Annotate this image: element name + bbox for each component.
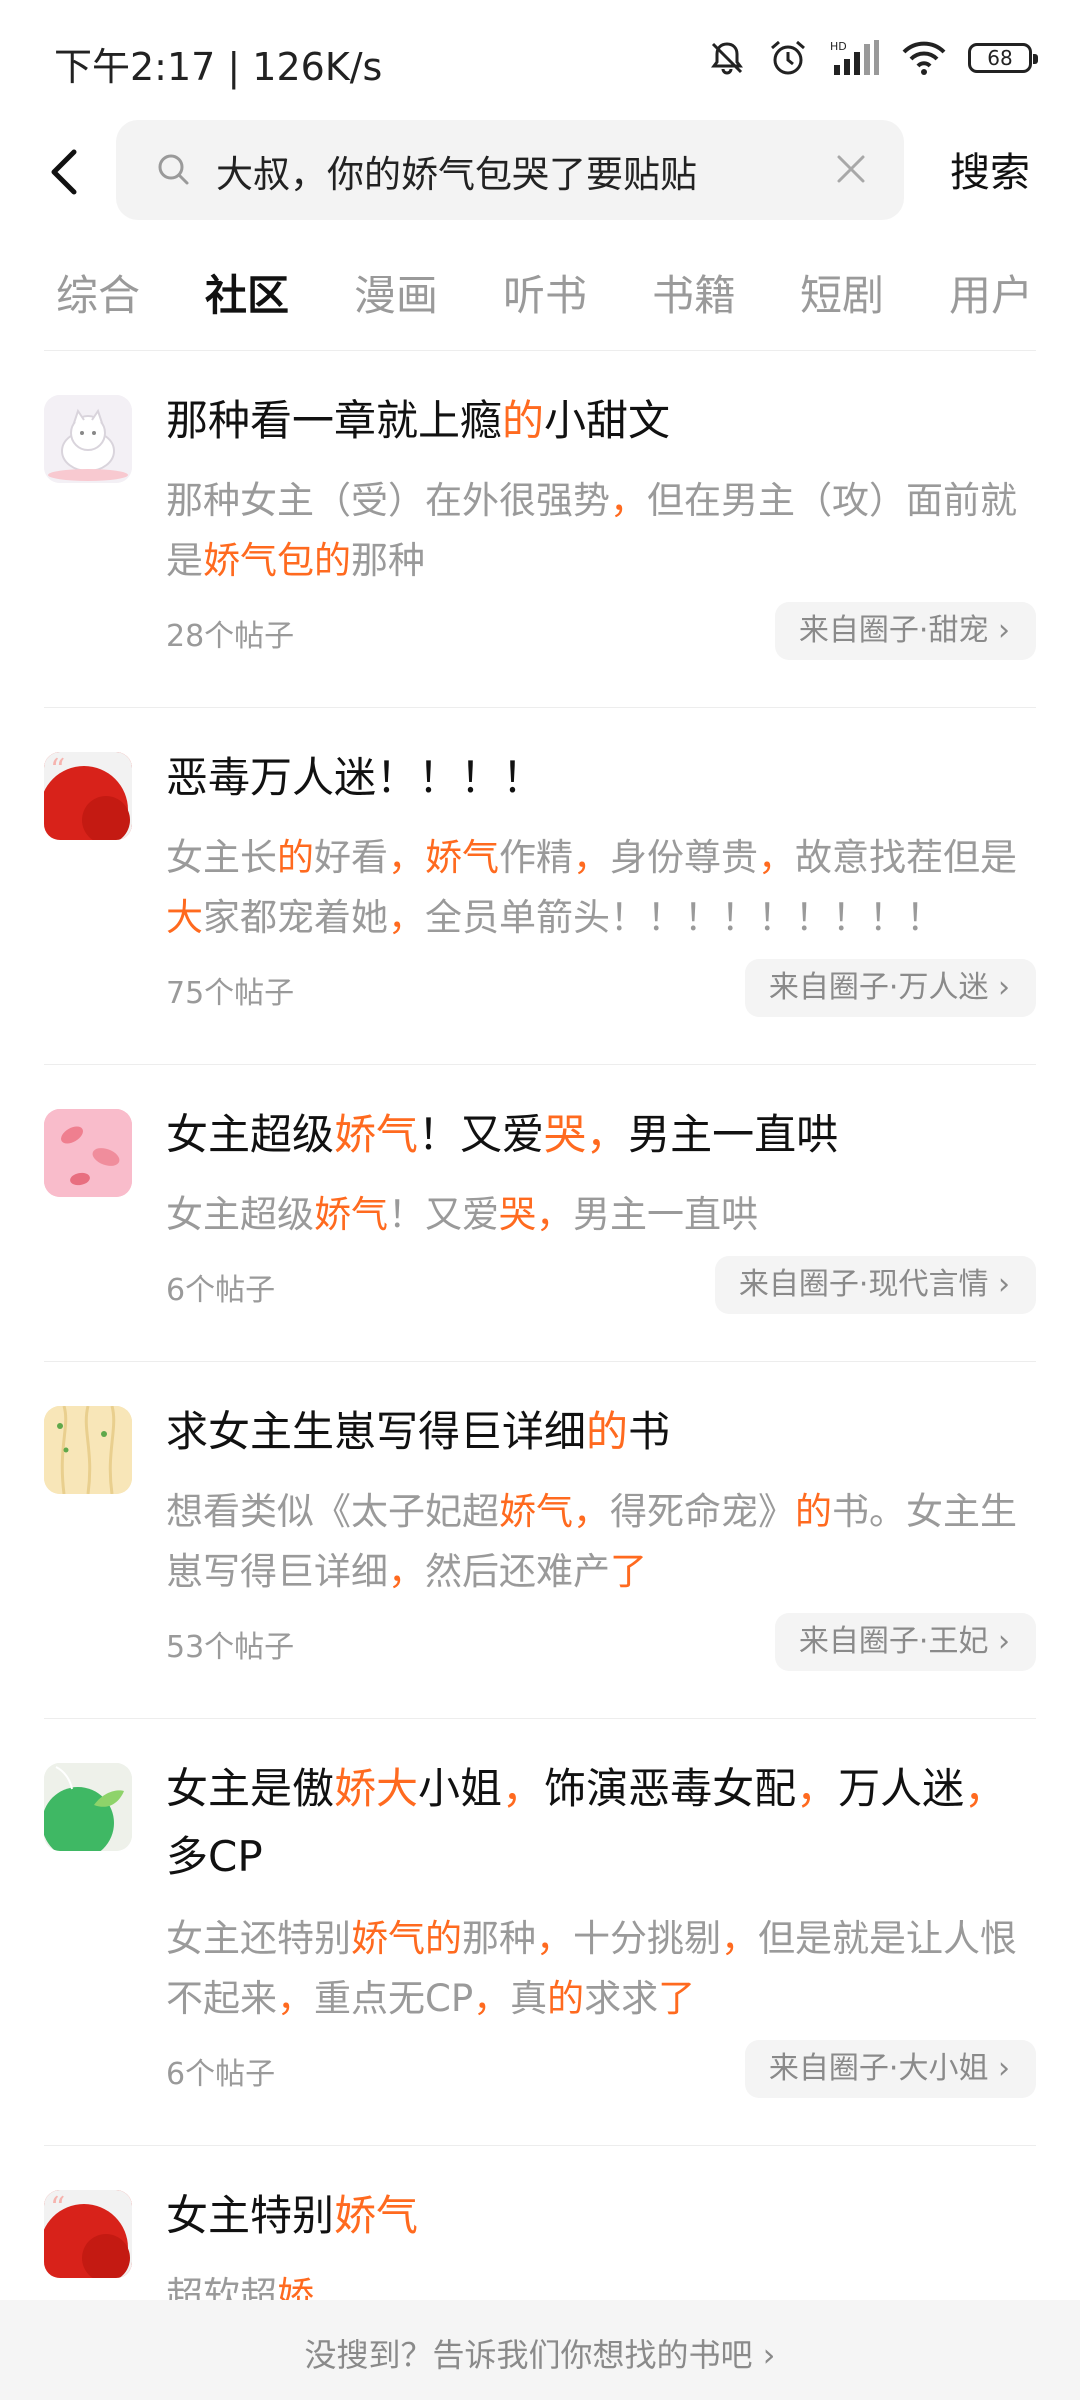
svg-text:“: “ bbox=[50, 2191, 65, 2226]
result-description: 女主长的好看，娇气作精，身份尊贵，故意找茬但是大家都宠着她，全员单箭头！！！！！… bbox=[166, 836, 1017, 939]
tab-books[interactable]: 书籍 bbox=[652, 262, 736, 323]
close-icon[interactable] bbox=[834, 152, 868, 186]
circle-thumbnail bbox=[44, 1763, 132, 1851]
result-description: 女主超级娇气！又爱哭，男主一直哄 bbox=[166, 1193, 758, 1236]
tab-comics[interactable]: 漫画 bbox=[354, 262, 438, 323]
result-description: 那种女主（受）在外很强势，但在男主（攻）面前就是娇气包的那种 bbox=[166, 479, 1017, 582]
tab-audiobooks[interactable]: 听书 bbox=[503, 262, 587, 323]
list-item[interactable]: 女主是傲娇大小姐，饰演恶毒女配，万人迷，多CP 女主还特别娇气的那种，十分挑剔，… bbox=[0, 1719, 1080, 2145]
result-title: 恶毒万人迷！！！！ bbox=[166, 753, 545, 802]
hd-signal-icon: HD bbox=[830, 40, 879, 75]
result-title: 女主是傲娇大小姐，饰演恶毒女配，万人迷，多CP bbox=[166, 1764, 1007, 1881]
post-count: 28个帖子 bbox=[166, 619, 295, 654]
tab-community[interactable]: 社区 bbox=[205, 262, 289, 323]
list-item[interactable]: “ 恶毒万人迷！！！！ 女主长的好看，娇气作精，身份尊贵，故意找茬但是大家都宠着… bbox=[0, 708, 1080, 1064]
tab-users[interactable]: 用户 bbox=[949, 262, 1033, 323]
status-icons: HD 68 bbox=[708, 38, 1038, 78]
post-count: 75个帖子 bbox=[166, 976, 295, 1011]
tab-all[interactable]: 综合 bbox=[56, 262, 140, 323]
post-count: 6个帖子 bbox=[166, 2057, 276, 2092]
list-item[interactable]: 求女主生崽写得巨详细的书 想看类似《太子妃超娇气，得死命宠》的书。女主生崽写得巨… bbox=[0, 1362, 1080, 1718]
wifi-icon bbox=[902, 41, 946, 75]
category-tabs: 综合 社区 漫画 听书 书籍 短剧 用户 bbox=[0, 262, 1080, 342]
wood-pattern-image-icon bbox=[44, 1406, 132, 1494]
red-quote-image-icon: “ bbox=[44, 2190, 132, 2278]
chevron-left-icon bbox=[51, 149, 77, 195]
search-button[interactable]: 搜索 bbox=[950, 140, 1030, 198]
search-input[interactable]: 大叔，你的娇气包哭了要贴贴 bbox=[116, 120, 904, 220]
search-header: 大叔，你的娇气包哭了要贴贴 搜索 bbox=[0, 120, 1080, 220]
back-button[interactable] bbox=[36, 142, 96, 202]
search-results-screen: 下午2:17 | 126K/s HD 68 大叔，你的娇气包哭了要贴贴 搜索 综… bbox=[0, 0, 1080, 2400]
pink-petals-image-icon bbox=[44, 1109, 132, 1197]
circle-thumbnail bbox=[44, 1406, 132, 1494]
circle-thumbnail: “ bbox=[44, 2190, 132, 2278]
mute-bell-icon bbox=[711, 42, 743, 75]
result-description: 女主还特别娇气的那种，十分挑剔，但是就是让人恨不起来，重点无CP，真的求求了 bbox=[166, 1917, 1017, 2020]
status-time: 下午2:17 | 126K/s bbox=[54, 45, 383, 89]
circle-tag[interactable]: 来自圈子·大小姐 › bbox=[744, 2040, 1036, 2098]
battery-level: 68 bbox=[987, 46, 1013, 70]
list-item[interactable]: 女主超级娇气！又爱哭，男主一直哄 女主超级娇气！又爱哭，男主一直哄 6个帖子 来… bbox=[0, 1065, 1080, 1361]
cat-illustration-icon bbox=[44, 395, 132, 483]
feedback-link[interactable]: 没搜到？告诉我们你想找的书吧 › bbox=[0, 2330, 1080, 2376]
circle-thumbnail bbox=[44, 1109, 132, 1197]
list-item[interactable]: 那种看一章就上瘾的小甜文 那种女主（受）在外很强势，但在男主（攻）面前就是娇气包… bbox=[0, 351, 1080, 707]
circle-tag[interactable]: 来自圈子·现代言情 › bbox=[714, 1256, 1036, 1314]
result-description: 想看类似《太子妃超娇气，得死命宠》的书。女主生崽写得巨详细，然后还难产了 bbox=[166, 1490, 1017, 1593]
circle-thumbnail bbox=[44, 395, 132, 483]
svg-text:“: “ bbox=[50, 753, 65, 788]
result-title: 那种看一章就上瘾的小甜文 bbox=[166, 396, 671, 445]
red-quote-image-icon: “ bbox=[44, 752, 132, 840]
list-item[interactable]: “ 女主特别娇气 超软超娇 bbox=[0, 2146, 1080, 2317]
circle-tag[interactable]: 来自圈子·王妃 › bbox=[774, 1613, 1036, 1671]
status-bar: 下午2:17 | 126K/s HD 68 bbox=[0, 0, 1080, 120]
post-count: 53个帖子 bbox=[166, 1630, 295, 1665]
result-title: 求女主生崽写得巨详细的书 bbox=[166, 1407, 671, 1456]
post-count: 6个帖子 bbox=[166, 1273, 276, 1308]
green-leaf-image-icon bbox=[44, 1763, 132, 1851]
circle-tag[interactable]: 来自圈子·甜宠 › bbox=[774, 602, 1036, 660]
result-title: 女主超级娇气！又爱哭，男主一直哄 bbox=[166, 1110, 839, 1159]
alarm-icon bbox=[771, 40, 805, 75]
svg-text:HD: HD bbox=[830, 40, 847, 53]
circle-tag[interactable]: 来自圈子·万人迷 › bbox=[744, 959, 1036, 1017]
result-title: 女主特别娇气 bbox=[166, 2191, 419, 2240]
search-query: 大叔，你的娇气包哭了要贴贴 bbox=[216, 153, 697, 196]
search-icon bbox=[158, 154, 189, 185]
circle-thumbnail: “ bbox=[44, 752, 132, 840]
tab-short-dramas[interactable]: 短剧 bbox=[800, 262, 884, 323]
battery-icon: 68 bbox=[968, 43, 1038, 73]
feedback-banner[interactable]: 没搜到？告诉我们你想找的书吧 › bbox=[0, 2300, 1080, 2400]
